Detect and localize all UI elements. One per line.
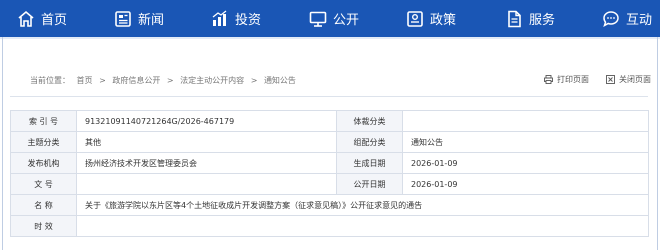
table-row: 文 号 公开日期 2026-01-09 — [10, 173, 649, 195]
nav-item-open[interactable]: 公开 — [309, 0, 359, 37]
monitor-icon — [309, 11, 327, 27]
created-date-value: 2026-01-09 — [402, 152, 649, 174]
newspaper-icon — [115, 10, 131, 27]
index-number-value: 91321091140721264G/2026-467179 — [76, 110, 337, 132]
doc-number-label: 文 号 — [10, 173, 77, 195]
print-page-label: 打印页面 — [557, 75, 589, 84]
breadcrumb-item-gov-info[interactable]: 政府信息公开 — [112, 76, 160, 85]
table-row: 发布机构 扬州经济技术开发区管理委员会 生成日期 2026-01-09 — [10, 152, 649, 174]
header-divider — [10, 96, 648, 97]
chart-icon — [212, 9, 227, 26]
breadcrumb-item-notices[interactable]: 通知公告 — [264, 76, 296, 85]
nav-item-service[interactable]: 服务 — [505, 0, 555, 37]
genre-value — [402, 110, 649, 132]
validity-label: 时 效 — [10, 215, 77, 237]
category-value: 通知公告 — [402, 131, 649, 153]
table-row: 索 引 号 91321091140721264G/2026-467179 体裁分… — [10, 110, 649, 132]
nav-item-invest[interactable]: 投资 — [211, 0, 261, 37]
breadcrumb-separator: > — [166, 76, 174, 85]
topic-value: 其他 — [76, 131, 337, 153]
close-icon — [606, 75, 615, 84]
topic-label: 主题分类 — [10, 131, 77, 153]
print-icon — [544, 75, 553, 84]
close-page-label: 关闭页面 — [619, 75, 651, 84]
close-page-button[interactable]: 关闭页面 — [606, 74, 651, 85]
publish-date-label: 公开日期 — [336, 173, 403, 195]
table-row: 时 效 — [10, 215, 649, 237]
table-row: 名 称 关于《旅游学院以东片区等4个土地征收成片开发调整方案（征求意见稿）》公开… — [10, 194, 649, 216]
breadcrumb-separator: > — [250, 76, 258, 85]
nav-label-open: 公开 — [333, 13, 360, 28]
validity-value — [76, 215, 649, 237]
print-page-button[interactable]: 打印页面 — [544, 74, 589, 85]
title-label: 名 称 — [10, 194, 77, 216]
created-date-label: 生成日期 — [336, 152, 403, 174]
nav-label-policy: 政策 — [430, 13, 457, 28]
nav-item-interact[interactable]: 互动 — [602, 0, 652, 37]
index-number-label: 索 引 号 — [10, 110, 77, 132]
document-icon — [508, 10, 521, 27]
breadcrumb-prefix: 当前位置： — [30, 76, 70, 85]
nav-item-news[interactable]: 新闻 — [114, 0, 164, 37]
nav-label-service: 服务 — [529, 13, 556, 28]
doc-number-value — [76, 173, 337, 195]
nav-item-policy[interactable]: 政策 — [406, 0, 456, 37]
home-icon — [18, 10, 34, 27]
nav-divider — [0, 37, 660, 39]
table-row: 主题分类 其他 组配分类 通知公告 — [10, 131, 649, 153]
title-value: 关于《旅游学院以东片区等4个土地征收成片开发调整方案（征求意见稿）》公开征求意见… — [76, 194, 649, 216]
top-nav-bar: 首页 新闻 投资 公开 政策 服务 互动 — [0, 0, 660, 37]
nav-label-interact: 互动 — [626, 13, 653, 28]
publisher-value: 扬州经济技术开发区管理委员会 — [76, 152, 337, 174]
nav-label-invest: 投资 — [235, 13, 262, 28]
breadcrumb: 当前位置： 首页 > 政府信息公开 > 法定主动公开内容 > 通知公告 — [30, 75, 300, 86]
publish-date-value: 2026-01-09 — [402, 173, 649, 195]
breadcrumb-separator: > — [99, 76, 106, 85]
category-label: 组配分类 — [336, 131, 403, 153]
nav-label-news: 新闻 — [138, 13, 165, 28]
nav-label-home: 首页 — [41, 13, 68, 28]
chat-icon — [603, 10, 619, 27]
publisher-label: 发布机构 — [10, 152, 77, 174]
genre-label: 体裁分类 — [336, 110, 403, 132]
policy-icon — [407, 10, 423, 27]
nav-item-home[interactable]: 首页 — [17, 0, 67, 37]
document-info-table: 索 引 号 91321091140721264G/2026-467179 体裁分… — [10, 110, 649, 237]
breadcrumb-item-statutory[interactable]: 法定主动公开内容 — [180, 76, 244, 85]
breadcrumb-item-home[interactable]: 首页 — [77, 76, 93, 85]
content-frame-left — [2, 37, 3, 250]
content-frame-right — [657, 37, 658, 250]
